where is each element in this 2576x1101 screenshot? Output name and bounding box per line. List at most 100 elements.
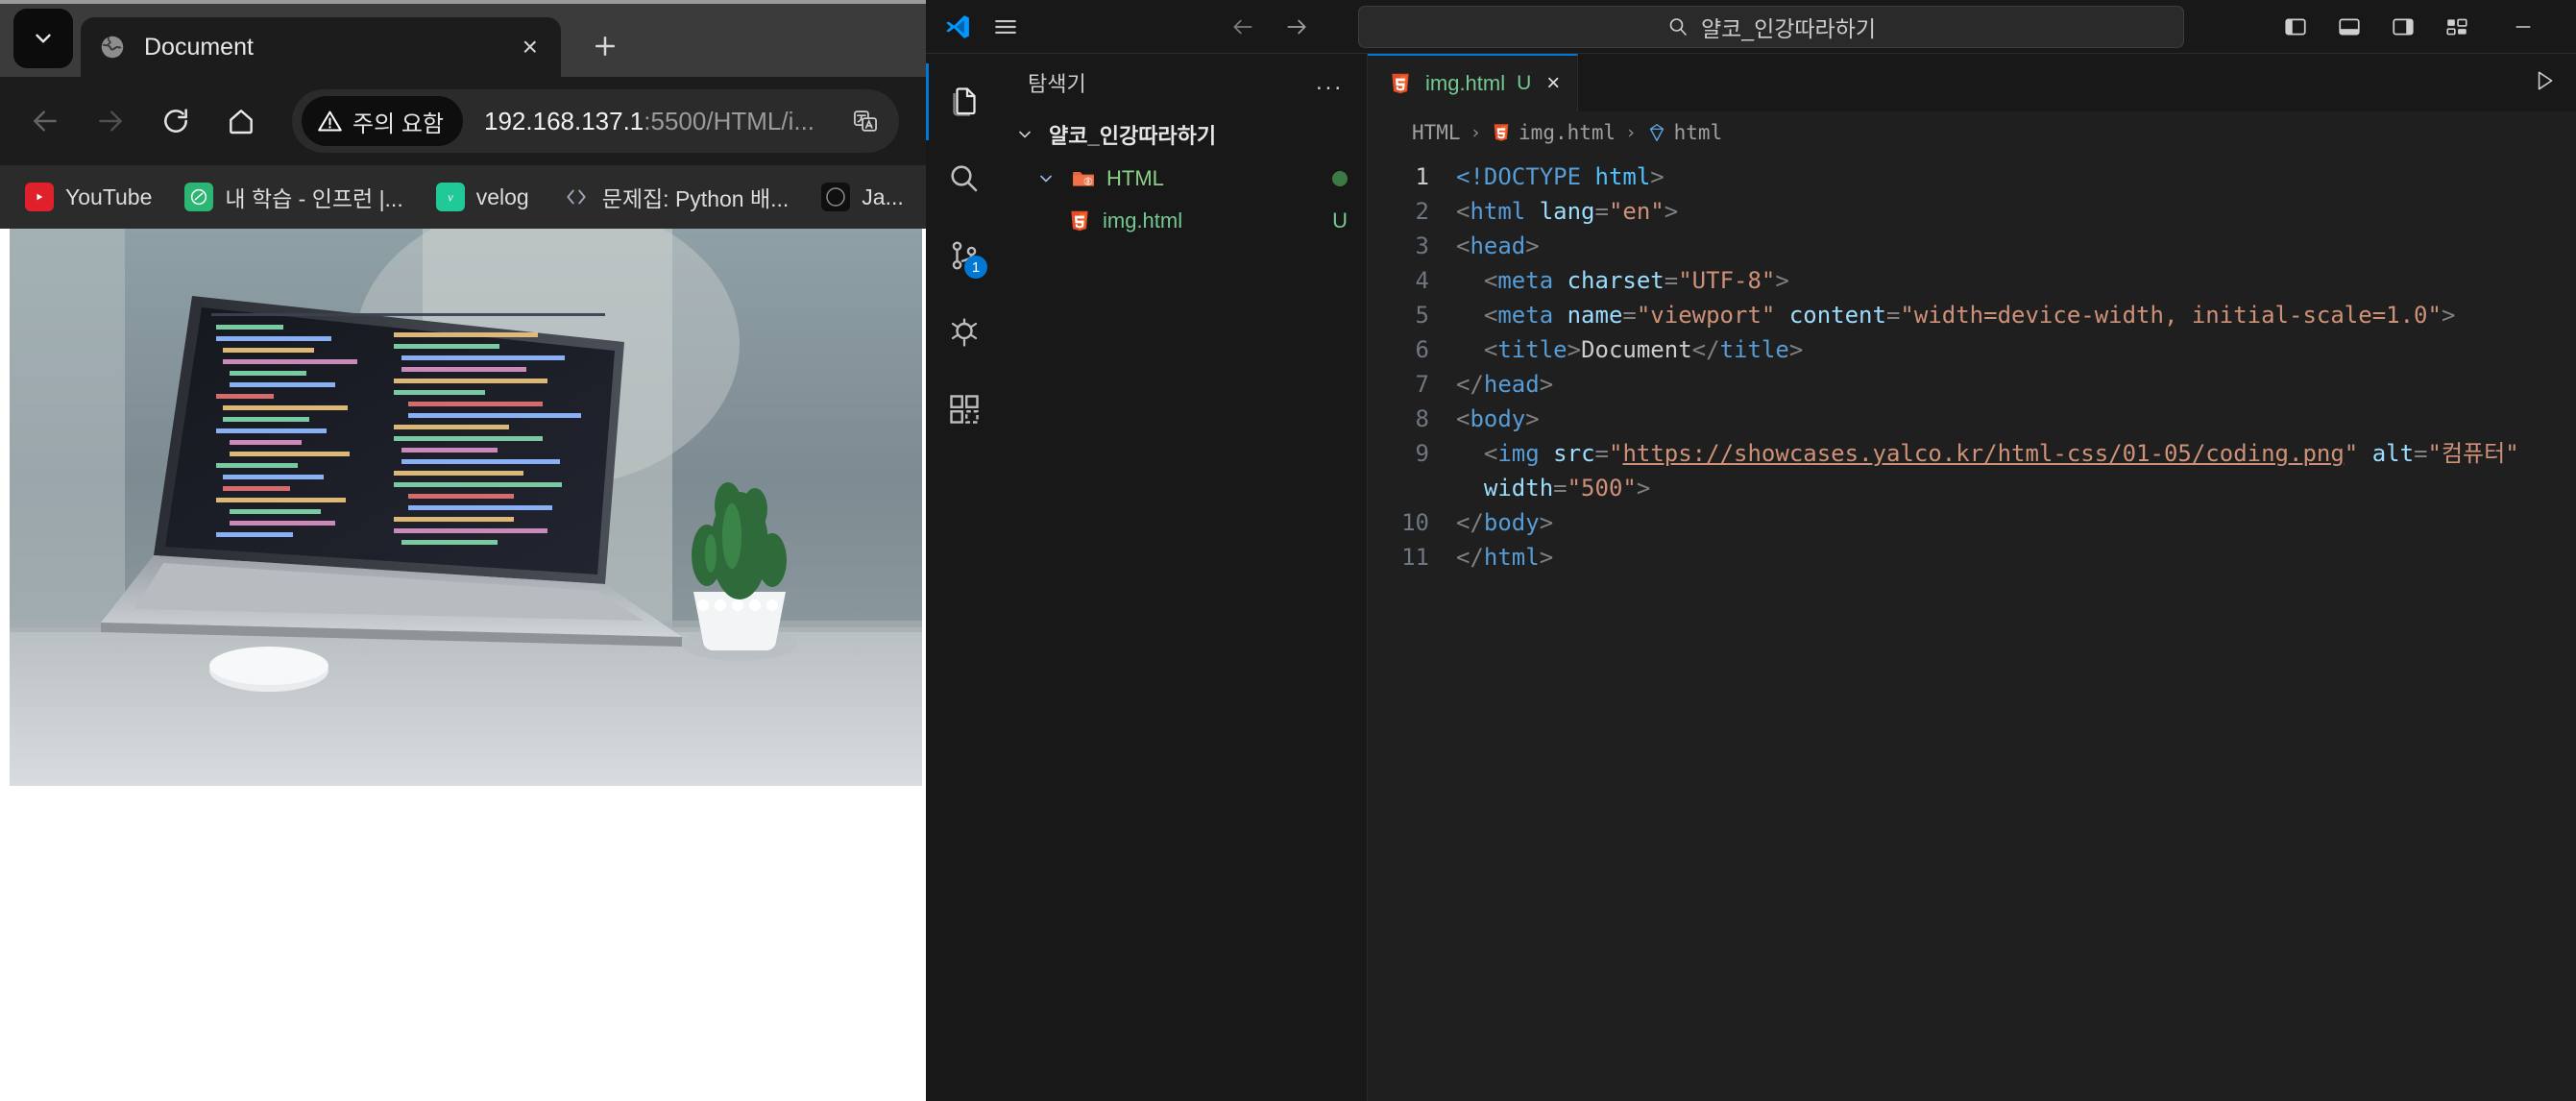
files-icon [953, 87, 976, 116]
code-token: > [1664, 198, 1679, 225]
code-token: </ [1456, 544, 1484, 571]
bookmark-python-problems[interactable]: 문제집: Python 배... [550, 175, 801, 219]
code-token: charset [1567, 267, 1665, 294]
code-token: "en" [1608, 198, 1665, 225]
svg-text:v: v [448, 191, 453, 205]
code-brackets-icon [562, 183, 591, 211]
code-token: width [1483, 475, 1554, 502]
sidebar-item-explorer[interactable] [926, 63, 1003, 140]
code-line[interactable]: 2 <html lang="en"> [1368, 194, 2576, 229]
code-line[interactable]: 11 </html> [1368, 540, 2576, 575]
editor-tab-bar: img.html U × [1368, 54, 2576, 111]
vscode-nav-arrows [1220, 6, 1320, 48]
code-line[interactable]: width="500"> [1368, 471, 2576, 505]
explorer-more-actions-button[interactable]: ... [1316, 69, 1344, 96]
forward-button[interactable] [81, 91, 140, 151]
code-token: title [1497, 336, 1567, 363]
code-token: > [1567, 336, 1582, 363]
vscode-logo-icon [936, 5, 980, 49]
security-warning-chip[interactable]: 주의 요함 [302, 96, 463, 146]
sidebar-item-extensions[interactable] [926, 371, 1003, 448]
back-arrow-icon [34, 110, 57, 132]
sidebar-item-search[interactable] [926, 140, 1003, 217]
code-token: "UTF-8" [1678, 267, 1776, 294]
code-token: </ [1691, 336, 1720, 363]
vscode-back-button[interactable] [1220, 6, 1266, 48]
youtube-icon [25, 183, 54, 211]
run-play-icon[interactable] [2532, 68, 2557, 98]
toggle-primary-sidebar-icon[interactable] [2271, 6, 2321, 48]
browser-tab[interactable]: Document × [81, 17, 561, 77]
code-line[interactable]: 1 <!DOCTYPE html> [1368, 159, 2576, 194]
new-tab-button[interactable] [578, 19, 632, 73]
browser-tab-title: Document [144, 33, 254, 61]
symbol-element-icon [1649, 124, 1664, 141]
code-token: name [1567, 302, 1623, 329]
code-line[interactable]: 4 <meta charset="UTF-8"> [1368, 263, 2576, 298]
code-token: "500" [1567, 475, 1637, 502]
bookmark-javascript[interactable]: Ja... [810, 177, 914, 217]
explorer-folder-label: HTML [1106, 166, 1164, 190]
breadcrumb-item-folder[interactable]: HTML [1412, 121, 1461, 144]
vscode-forward-button[interactable] [1274, 6, 1320, 48]
vertical-tabs-button[interactable] [13, 9, 73, 68]
sidebar-item-run-and-debug[interactable] [926, 294, 1003, 371]
code-token: alt [2371, 440, 2415, 467]
page-image [10, 229, 922, 786]
reload-button[interactable] [146, 91, 206, 151]
line-number: 3 [1415, 232, 1429, 259]
code-token: "컴퓨터" [2427, 440, 2519, 467]
explorer-folder-html[interactable]: HTML [1003, 158, 1367, 200]
code-text: <meta name="viewport" content="width=dev… [1456, 298, 2456, 332]
url-host: 192.168.137.1 [484, 106, 644, 135]
sidebar-item-source-control[interactable]: 1 [926, 217, 1003, 294]
code-token: meta [1497, 302, 1554, 329]
explorer-root-folder[interactable]: 얄코_인강따라하기 [1003, 111, 1367, 158]
back-button[interactable] [15, 91, 75, 151]
toggle-secondary-sidebar-icon[interactable] [2378, 6, 2428, 48]
code-line[interactable]: 8 <body> [1368, 402, 2576, 436]
line-number: 6 [1415, 336, 1429, 363]
code-token: title [1719, 336, 1789, 363]
minimize-button[interactable] [2486, 0, 2561, 54]
line-number [1368, 471, 1456, 505]
breadcrumb: HTML › img.html › html [1368, 111, 2576, 154]
editor-tab-close-button[interactable]: × [1546, 72, 1560, 95]
editor-tab-label: img.html [1425, 71, 1506, 95]
hamburger-menu-icon[interactable] [980, 5, 1032, 49]
code-line[interactable]: 7 </head> [1368, 367, 2576, 402]
line-number: 2 [1415, 198, 1429, 225]
bookmark-inflearn[interactable]: 내 학습 - 인프런 |... [173, 175, 414, 219]
editor-tab-img-html[interactable]: img.html U × [1368, 54, 1579, 111]
translate-icon[interactable] [841, 97, 889, 145]
bookmark-youtube[interactable]: YouTube [13, 177, 163, 217]
file-git-status: U [1332, 208, 1348, 232]
browser-page-viewport [0, 229, 926, 1101]
command-center-value: 얄코_인강따라하기 [1700, 15, 1877, 41]
home-button[interactable] [211, 91, 271, 151]
code-text: <!DOCTYPE html> [1456, 159, 1665, 194]
command-center-search[interactable]: 얄코_인강따라하기 [1358, 5, 2184, 48]
code-line[interactable]: 3 <head> [1368, 229, 2576, 263]
plus-icon [595, 37, 615, 56]
breadcrumb-item-symbol[interactable]: html [1646, 121, 1722, 144]
code-token: html [1470, 198, 1526, 225]
code-line[interactable]: 6 <title>Document</title> [1368, 332, 2576, 367]
breadcrumb-item-file[interactable]: img.html [1491, 121, 1616, 144]
explorer-file-img-html[interactable]: img.html U [1003, 200, 1367, 242]
code-line[interactable]: 5 <meta name="viewport" content="width=d… [1368, 298, 2576, 332]
javascript-icon [821, 183, 851, 211]
address-bar[interactable]: 주의 요함 192.168.137.1:5500/HTML/i... [292, 89, 899, 153]
security-warning-label: 주의 요함 [352, 110, 444, 137]
code-token: > [2441, 302, 2456, 329]
close-tab-button[interactable]: × [517, 34, 544, 61]
toggle-panel-icon[interactable] [2324, 6, 2374, 48]
code-line[interactable]: 9 <img src="https://showcases.yalco.kr/h… [1368, 436, 2576, 471]
code-line[interactable]: 10 </body> [1368, 505, 2576, 540]
bookmark-velog[interactable]: v velog [425, 177, 541, 217]
customize-layout-icon[interactable] [2432, 6, 2482, 48]
chevron-down-icon [1032, 164, 1060, 193]
code-editor[interactable]: 1 <!DOCTYPE html> 2 <html lang="en"> 3 <head>… [1368, 154, 2576, 1101]
